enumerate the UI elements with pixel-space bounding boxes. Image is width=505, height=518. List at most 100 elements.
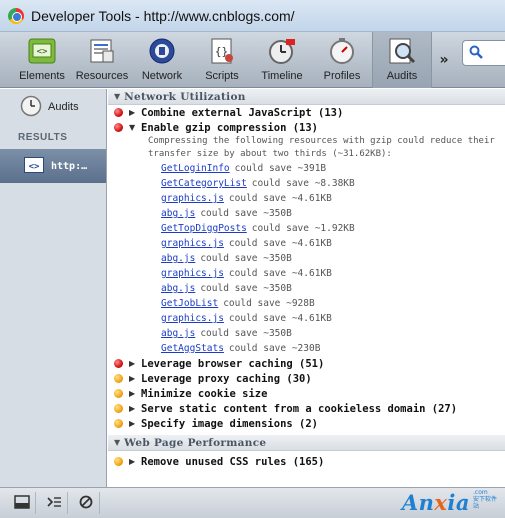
section-network-utilization[interactable]: ▼ Network Utilization <box>108 89 505 105</box>
tab-elements-label: Elements <box>19 70 65 82</box>
tab-profiles-label: Profiles <box>323 70 361 82</box>
gzip-resource-row: GetJobList could save ~928B <box>161 296 505 311</box>
severe-icon <box>114 108 123 117</box>
gzip-resource-list: GetLoginInfo could save ~391B GetCategoryL… <box>108 161 505 356</box>
resource-saving: could save ~350B <box>200 328 292 339</box>
console-button[interactable] <box>40 492 68 514</box>
tab-audits-label: Audits <box>386 70 418 82</box>
clear-icon <box>79 495 93 512</box>
resource-link[interactable]: graphics.js <box>161 193 224 204</box>
resource-link[interactable]: graphics.js <box>161 238 224 249</box>
tab-network-label: Network <box>141 70 183 82</box>
collapse-triangle-icon: ▼ <box>129 123 136 132</box>
resource-link[interactable]: abg.js <box>161 328 195 339</box>
tab-timeline[interactable]: Timeline <box>252 32 312 88</box>
audits-icon <box>386 36 418 66</box>
resource-saving: could save ~4.61KB <box>228 238 332 249</box>
chrome-logo-icon <box>8 7 24 24</box>
resource-saving: could save ~4.61KB <box>228 268 332 279</box>
tab-profiles[interactable]: Profiles <box>312 32 372 88</box>
severe-icon <box>114 359 123 368</box>
gzip-resource-row: GetCategoryList could save ~8.38KB <box>161 176 505 191</box>
gzip-resource-row: graphics.js could save ~4.61KB <box>161 266 505 281</box>
sidebar-item-result[interactable]: <> http:… <box>0 149 106 183</box>
warning-icon <box>114 374 123 383</box>
warning-icon <box>114 419 123 428</box>
resource-saving: could save ~4.61KB <box>228 313 332 324</box>
resource-link[interactable]: GetTopDiggPosts <box>161 223 247 234</box>
gzip-resource-row: abg.js could save ~350B <box>161 326 505 341</box>
tab-audits[interactable]: Audits <box>372 32 432 88</box>
rule-proxy-caching[interactable]: ▶ Leverage proxy caching (30) <box>108 371 505 386</box>
gzip-resource-row: GetAggStats could save ~230B <box>161 341 505 356</box>
rule-browser-caching[interactable]: ▶ Leverage browser caching (51) <box>108 356 505 371</box>
resource-saving: could save ~928B <box>223 298 315 309</box>
tab-elements[interactable]: <> Elements <box>12 32 72 88</box>
rule-label: Serve static content from a cookieless d… <box>141 402 458 415</box>
gzip-resource-row: GetLoginInfo could save ~391B <box>161 161 505 176</box>
resource-saving: could save ~8.38KB <box>251 178 355 189</box>
sidebar-item-audits-label: Audits <box>48 101 79 113</box>
watermark-logo: Anxia .com 安下软件站 <box>402 489 499 515</box>
tab-network[interactable]: Network <box>132 32 192 88</box>
collapse-triangle-icon: ▼ <box>114 92 121 101</box>
gzip-resource-row: abg.js could save ~350B <box>161 281 505 296</box>
resource-saving: could save ~350B <box>200 283 292 294</box>
gzip-resource-row: abg.js could save ~350B <box>161 206 505 221</box>
devtools-statusbar: Anxia .com 安下软件站 <box>0 487 505 518</box>
resource-link[interactable]: abg.js <box>161 283 195 294</box>
section-web-page-performance[interactable]: ▼ Web Page Performance <box>108 435 505 451</box>
rule-cookieless-domain[interactable]: ▶ Serve static content from a cookieless… <box>108 401 505 416</box>
search-field[interactable] <box>462 40 505 66</box>
dock-icon <box>13 494 30 512</box>
network-icon <box>146 36 178 66</box>
rule-label: Remove unused CSS rules (165) <box>141 455 325 468</box>
svg-text:<>: <> <box>37 47 48 57</box>
resource-link[interactable]: GetJobList <box>161 298 218 309</box>
resource-saving: could save ~4.61KB <box>228 193 332 204</box>
resource-link[interactable]: abg.js <box>161 208 195 219</box>
warning-icon <box>114 389 123 398</box>
resource-link[interactable]: graphics.js <box>161 268 224 279</box>
expand-triangle-icon: ▶ <box>129 457 136 466</box>
resource-link[interactable]: graphics.js <box>161 313 224 324</box>
svg-text:<>: <> <box>29 162 40 172</box>
gzip-resource-row: graphics.js could save ~4.61KB <box>161 236 505 251</box>
clear-button[interactable] <box>72 492 100 514</box>
rule-image-dimensions[interactable]: ▶ Specify image dimensions (2) <box>108 416 505 431</box>
rule-enable-gzip[interactable]: ▼ Enable gzip compression (13) <box>108 120 505 135</box>
profiles-icon <box>326 36 358 66</box>
search-icon <box>469 45 483 62</box>
resource-saving: could save ~350B <box>200 253 292 264</box>
dock-button[interactable] <box>8 492 36 514</box>
results-header: RESULTS <box>18 132 68 143</box>
watermark-subtitle: .com 安下软件站 <box>473 489 498 510</box>
rule-minimize-cookie[interactable]: ▶ Minimize cookie size <box>108 386 505 401</box>
resource-link[interactable]: GetCategoryList <box>161 178 247 189</box>
tab-scripts[interactable]: {} Scripts <box>192 32 252 88</box>
resource-saving: could save ~1.92KB <box>251 223 355 234</box>
expand-triangle-icon: ▶ <box>129 404 136 413</box>
resource-saving: could save ~230B <box>228 343 321 354</box>
audits-sidebar: Audits RESULTS <> http:… <box>0 89 107 487</box>
rule-unused-css[interactable]: ▶ Remove unused CSS rules (165) <box>108 454 505 469</box>
warning-icon <box>114 404 123 413</box>
resource-link[interactable]: GetAggStats <box>161 343 224 354</box>
rule-label: Leverage proxy caching (30) <box>141 372 312 385</box>
gzip-description: Compressing the following resources with… <box>148 136 495 159</box>
resources-icon <box>86 36 118 66</box>
audits-clock-icon <box>20 95 42 120</box>
expand-triangle-icon: ▶ <box>129 359 136 368</box>
expand-triangle-icon: ▶ <box>129 419 136 428</box>
section-title: Web Page Performance <box>124 436 267 449</box>
resource-link[interactable]: abg.js <box>161 253 195 264</box>
rule-combine-js[interactable]: ▶ Combine external JavaScript (13) <box>108 105 505 120</box>
resource-link[interactable]: GetLoginInfo <box>161 163 230 174</box>
audit-results-panel: ▼ Network Utilization ▶ Combine external… <box>108 89 505 487</box>
expand-triangle-icon: ▶ <box>129 108 136 117</box>
more-tabs-button[interactable]: » <box>432 32 456 88</box>
tab-resources[interactable]: Resources <box>72 32 132 88</box>
expand-triangle-icon: ▶ <box>129 389 136 398</box>
rule-label: Specify image dimensions (2) <box>141 417 319 430</box>
sidebar-item-audits[interactable]: Audits <box>0 89 106 125</box>
